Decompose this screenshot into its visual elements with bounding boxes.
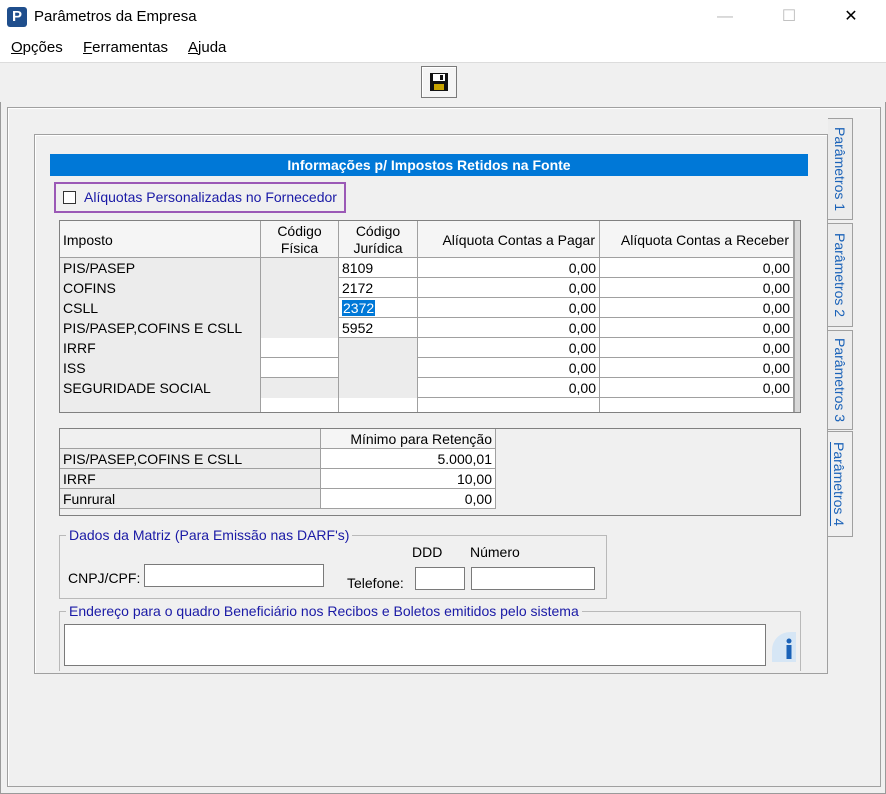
table-row-empty[interactable] xyxy=(60,398,800,412)
ddd-input[interactable] xyxy=(415,567,465,590)
cell-aliquota-pagar[interactable] xyxy=(418,398,600,412)
cell-aliquota-pagar[interactable]: 0,00 xyxy=(418,278,600,298)
min-row-value[interactable]: 0,00 xyxy=(321,489,496,509)
cell-codigo-fisica[interactable] xyxy=(261,278,339,298)
cell-imposto: ISS xyxy=(60,358,261,378)
table-row[interactable]: PIS/PASEP,COFINS E CSLL 5952 0,00 0,00 xyxy=(60,318,800,338)
ddd-label: DDD xyxy=(412,544,443,560)
dados-matriz-legend: Dados da Matriz (Para Emissão nas DARF's… xyxy=(66,527,353,543)
cell-aliquota-receber[interactable] xyxy=(600,398,794,412)
info-button[interactable] xyxy=(770,630,796,662)
aliquotas-personalizadas-checkbox[interactable] xyxy=(63,191,76,204)
min-row-label: Funrural xyxy=(60,489,321,509)
min-row-label: IRRF xyxy=(60,469,321,489)
telefone-label: Telefone: xyxy=(347,575,404,591)
table-row[interactable]: PIS/PASEP 8109 0,00 0,00 xyxy=(60,258,800,278)
col-header-aliquota-pagar[interactable]: Alíquota Contas a Pagar xyxy=(418,221,600,258)
cell-aliquota-receber[interactable]: 0,00 xyxy=(600,358,794,378)
numero-label: Número xyxy=(470,544,520,560)
col-header-aliquota-receber[interactable]: Alíquota Contas a Receber xyxy=(600,221,794,258)
cnpj-input[interactable] xyxy=(144,564,324,587)
cell-codigo-juridica[interactable] xyxy=(339,338,418,358)
min-row-value[interactable]: 10,00 xyxy=(321,469,496,489)
table-row[interactable]: COFINS 2172 0,00 0,00 xyxy=(60,278,800,298)
cell-imposto: IRRF xyxy=(60,338,261,358)
cell-codigo-fisica[interactable] xyxy=(261,378,339,398)
cell-codigo-juridica[interactable] xyxy=(339,378,418,398)
cell-aliquota-pagar[interactable]: 0,00 xyxy=(418,318,600,338)
table-row[interactable]: ISS 0,00 0,00 xyxy=(60,358,800,378)
endereco-legend: Endereço para o quadro Beneficiário nos … xyxy=(66,603,582,619)
cell-aliquota-receber[interactable]: 0,00 xyxy=(600,278,794,298)
cell-aliquota-receber[interactable]: 0,00 xyxy=(600,338,794,358)
tab-parametros-1[interactable]: Parâmetros 1 xyxy=(828,118,853,220)
cell-imposto: SEGURIDADE SOCIAL xyxy=(60,378,261,398)
cell-aliquota-pagar[interactable]: 0,00 xyxy=(418,358,600,378)
cell-aliquota-receber[interactable]: 0,00 xyxy=(600,318,794,338)
tab-parametros-3[interactable]: Parâmetros 3 xyxy=(828,330,853,430)
cell-aliquota-receber[interactable]: 0,00 xyxy=(600,258,794,278)
cell-aliquota-receber[interactable]: 0,00 xyxy=(600,378,794,398)
maximize-button[interactable]: ☐ xyxy=(766,0,812,34)
cell-codigo-fisica[interactable] xyxy=(261,258,339,278)
cell-aliquota-pagar[interactable]: 0,00 xyxy=(418,378,600,398)
close-button[interactable]: ✕ xyxy=(828,0,874,34)
tab-parametros-4[interactable]: Parâmetros 4 xyxy=(826,431,853,537)
min-header-empty xyxy=(60,429,321,449)
info-icon xyxy=(772,632,796,662)
cell-codigo-juridica[interactable] xyxy=(339,398,418,412)
cnpj-label: CNPJ/CPF: xyxy=(68,570,141,586)
table-row[interactable]: IRRF 0,00 0,00 xyxy=(60,338,800,358)
grid-scrollbar[interactable] xyxy=(794,221,800,412)
cell-codigo-fisica[interactable] xyxy=(261,298,339,318)
cell-codigo-juridica[interactable]: 5952 xyxy=(339,318,418,338)
table-row[interactable]: SEGURIDADE SOCIAL 0,00 0,00 xyxy=(60,378,800,398)
cell-codigo-juridica[interactable]: 8109 xyxy=(339,258,418,278)
cell-imposto: COFINS xyxy=(60,278,261,298)
cell-aliquota-pagar[interactable]: 0,00 xyxy=(418,338,600,358)
cell-codigo-juridica[interactable]: 2172 xyxy=(339,278,418,298)
section-title: Informações p/ Impostos Retidos na Fonte xyxy=(50,154,808,176)
minimize-button[interactable]: — xyxy=(702,0,748,34)
minimo-retencao-grid[interactable]: Mínimo para Retenção PIS/PASEP,COFINS E … xyxy=(59,428,801,516)
col-header-imposto[interactable]: Imposto xyxy=(60,221,261,258)
telefone-numero-input[interactable] xyxy=(471,567,595,590)
cell-codigo-juridica-selected[interactable]: 2372 xyxy=(339,298,418,318)
floppy-disk-icon xyxy=(430,73,448,91)
table-row[interactable]: CSLL 2372 0,00 0,00 xyxy=(60,298,800,318)
cell-aliquota-pagar[interactable]: 0,00 xyxy=(418,298,600,318)
save-button[interactable] xyxy=(421,66,457,98)
tab-parametros-2[interactable]: Parâmetros 2 xyxy=(828,223,853,327)
col-header-codigo-fisica[interactable]: Código Física xyxy=(261,221,339,258)
cell-aliquota-receber[interactable]: 0,00 xyxy=(600,298,794,318)
impostos-grid[interactable]: Imposto Código Física Código Jurídica Alíq… xyxy=(59,220,801,413)
menu-ajuda[interactable]: Ajuda xyxy=(188,39,226,56)
cell-codigo-fisica[interactable] xyxy=(261,398,339,412)
cell-codigo-fisica[interactable] xyxy=(261,318,339,338)
aliquotas-personalizadas-label[interactable]: Alíquotas Personalizadas no Fornecedor xyxy=(84,189,337,205)
cell-codigo-fisica[interactable] xyxy=(261,338,339,358)
menu-ferramentas[interactable]: Ferramentas xyxy=(83,39,168,56)
cell-codigo-fisica[interactable] xyxy=(261,358,339,378)
cell-imposto: PIS/PASEP xyxy=(60,258,261,278)
cell-codigo-juridica[interactable] xyxy=(339,358,418,378)
cell-imposto: CSLL xyxy=(60,298,261,318)
min-header-valor[interactable]: Mínimo para Retenção xyxy=(321,429,496,449)
col-header-codigo-juridica[interactable]: Código Jurídica xyxy=(339,221,418,258)
endereco-textarea[interactable] xyxy=(64,624,766,666)
menu-opcoes[interactable]: Opções xyxy=(11,39,63,56)
cell-imposto xyxy=(60,398,261,412)
app-logo-icon: P xyxy=(7,7,27,27)
cell-imposto: PIS/PASEP,COFINS E CSLL xyxy=(60,318,261,338)
min-row-value[interactable]: 5.000,01 xyxy=(321,449,496,469)
min-row-label: PIS/PASEP,COFINS E CSLL xyxy=(60,449,321,469)
cell-aliquota-pagar[interactable]: 0,00 xyxy=(418,258,600,278)
window-title: Parâmetros da Empresa xyxy=(34,8,197,25)
